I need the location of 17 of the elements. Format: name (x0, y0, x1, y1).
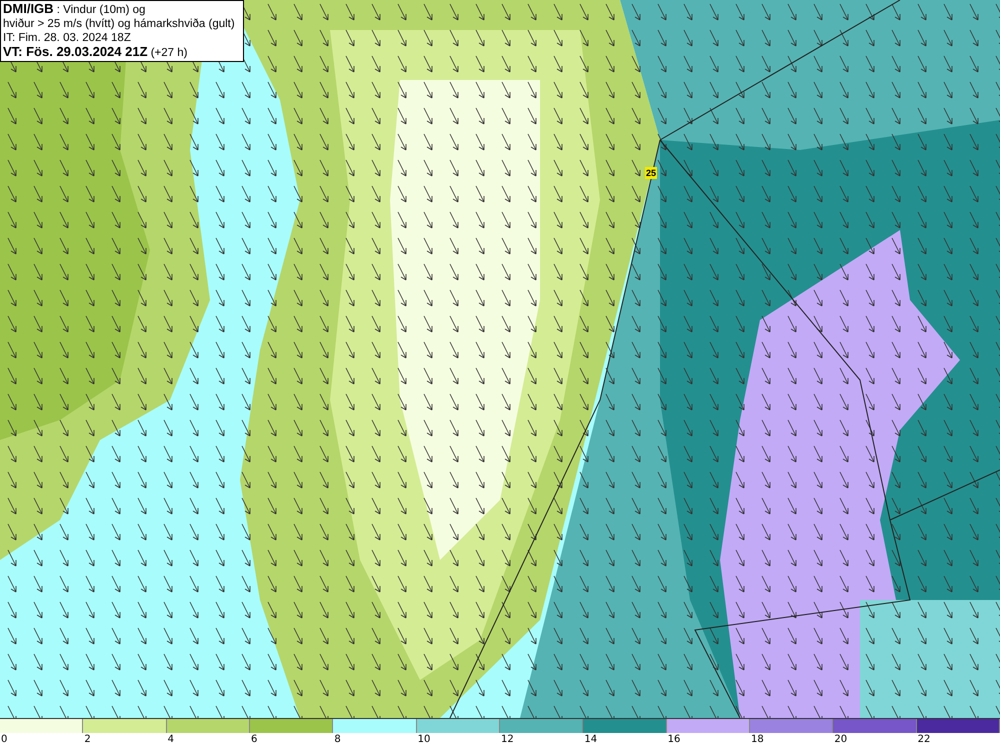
legend-label: 8 (333, 733, 341, 746)
legend-label: 4 (166, 733, 174, 746)
legend-label: 0 (0, 733, 8, 746)
legend-label: 6 (250, 733, 258, 746)
legend-label: 18 (750, 733, 764, 746)
legend-label: 20 (833, 733, 848, 746)
title-line: DMI/IGB : Vindur (10m) og (3, 2, 146, 17)
legend-label: 12 (500, 733, 514, 746)
gust-marker: 25 (645, 167, 658, 179)
title-line: hviður > 25 m/s (hvítt) og hámarkshviða (gult) (3, 17, 235, 31)
legend-label: 22 (916, 733, 930, 746)
legend-label: 16 (666, 733, 680, 746)
legend-label: 14 (583, 733, 598, 746)
title-line: VT: Fös. 29.03.2024 21Z (+27 h) (3, 45, 188, 60)
legend-label: 10 (416, 733, 430, 746)
legend-label: 2 (83, 733, 91, 746)
title-line: IT: Fim. 28. 03. 2024 18Z (3, 31, 131, 45)
